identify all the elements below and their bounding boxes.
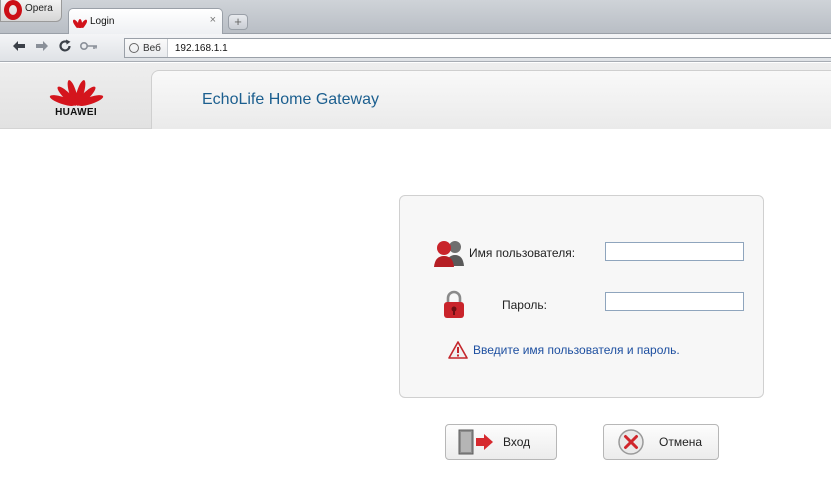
tab-login[interactable]: Login × (68, 8, 223, 34)
huawei-flower-icon (46, 69, 106, 108)
forward-arrow-icon[interactable] (33, 39, 51, 57)
login-page-content: Имя пользователя: Пароль: Введите имя по… (0, 130, 831, 501)
username-row: Имя пользователя: (433, 239, 575, 267)
login-panel: Имя пользователя: Пароль: Введите имя по… (399, 195, 764, 398)
reload-icon[interactable] (56, 39, 74, 57)
username-input[interactable] (605, 242, 744, 261)
password-row: Пароль: (442, 290, 547, 320)
cancel-button[interactable]: Отмена (603, 424, 719, 460)
product-title: EchoLife Home Gateway (202, 91, 379, 108)
close-tab-icon[interactable]: × (210, 15, 216, 26)
username-label: Имя пользователя: (469, 246, 576, 260)
login-hint: Введите имя пользователя и пароль. (448, 341, 680, 359)
browser-nav-bar: Веб 192.168.1.1 (0, 34, 831, 62)
address-url[interactable]: 192.168.1.1 (168, 43, 228, 54)
cancel-x-icon (618, 429, 644, 455)
header-title-panel: EchoLife Home Gateway (151, 70, 831, 129)
login-hint-text: Введите имя пользователя и пароль. (473, 343, 680, 357)
huawei-logo: HUAWEI (16, 69, 136, 125)
browser-tab-strip: Opera Login × + (0, 0, 831, 34)
user-icon (434, 241, 464, 267)
site-info-label: Веб (143, 42, 161, 54)
opera-menu-button[interactable]: Opera (0, 0, 62, 22)
key-icon[interactable] (79, 39, 98, 57)
address-bar[interactable]: Веб 192.168.1.1 (124, 38, 831, 58)
enter-door-icon (458, 429, 493, 455)
page-header: HUAWEI EchoLife Home Gateway (0, 63, 831, 129)
tab-title: Login (90, 16, 115, 27)
opera-menu-label: Opera (25, 3, 53, 14)
opera-logo-icon (4, 0, 22, 20)
login-button[interactable]: Вход (445, 424, 557, 460)
padlock-icon (444, 290, 464, 318)
brand-name: HUAWEI (55, 107, 97, 118)
globe-icon (129, 43, 139, 53)
back-arrow-icon[interactable] (10, 39, 28, 57)
site-info-badge[interactable]: Веб (125, 39, 168, 57)
huawei-favicon-icon (71, 16, 89, 28)
password-input[interactable] (605, 292, 744, 311)
password-label: Пароль: (502, 298, 547, 312)
cancel-button-label: Отмена (659, 435, 703, 449)
warning-triangle-icon (448, 341, 468, 359)
login-button-label: Вход (503, 435, 531, 449)
new-tab-button[interactable]: + (228, 14, 248, 30)
